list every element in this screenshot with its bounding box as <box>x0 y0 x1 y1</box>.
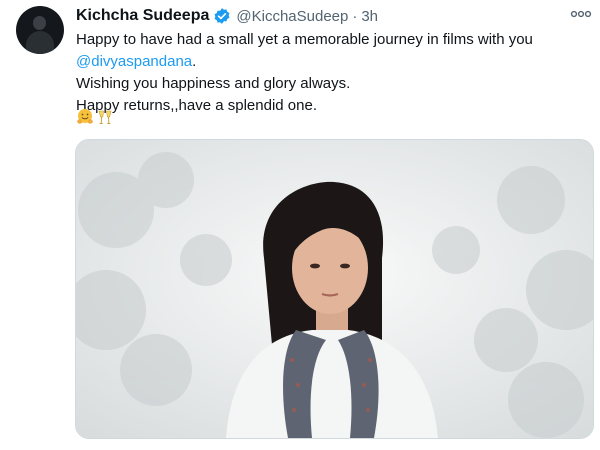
tweet-text-line-1: Happy to have had a small yet a memorabl… <box>76 31 533 48</box>
tweet-media-image[interactable] <box>75 139 594 439</box>
emoji-row <box>76 108 114 131</box>
avatar[interactable] <box>16 6 64 54</box>
more-options-icon[interactable] <box>570 7 592 26</box>
author-handle[interactable]: @KicchaSudeep <box>236 8 348 25</box>
tweet[interactable]: Kichcha Sudeepa @KicchaSudeep · 3h Happy… <box>0 0 600 450</box>
timestamp[interactable]: 3h <box>361 8 378 25</box>
clinking-glasses-emoji-icon <box>96 108 114 131</box>
tweet-text: Happy to have had a small yet a memorabl… <box>76 29 586 117</box>
mention-suffix: . <box>192 53 197 70</box>
avatar-head-shape <box>33 16 46 30</box>
mention-link[interactable]: @divyaspandana <box>76 53 192 70</box>
tweet-header: Kichcha Sudeepa @KicchaSudeep · 3h <box>76 5 378 27</box>
verified-badge-icon <box>213 7 231 25</box>
author-name[interactable]: Kichcha Sudeepa <box>76 7 209 25</box>
tweet-text-line-4: Happy returns,,have a splendid one. <box>76 97 317 114</box>
photo-woman-in-white-top <box>76 140 593 438</box>
separator-dot: · <box>352 7 358 25</box>
tweet-text-line-2: @divyaspandana. <box>76 51 586 73</box>
tweet-text-line-3: Wishing you happiness and glory always. <box>76 75 351 92</box>
avatar-body-shape <box>26 31 54 54</box>
hugging-face-emoji-icon <box>76 108 94 131</box>
